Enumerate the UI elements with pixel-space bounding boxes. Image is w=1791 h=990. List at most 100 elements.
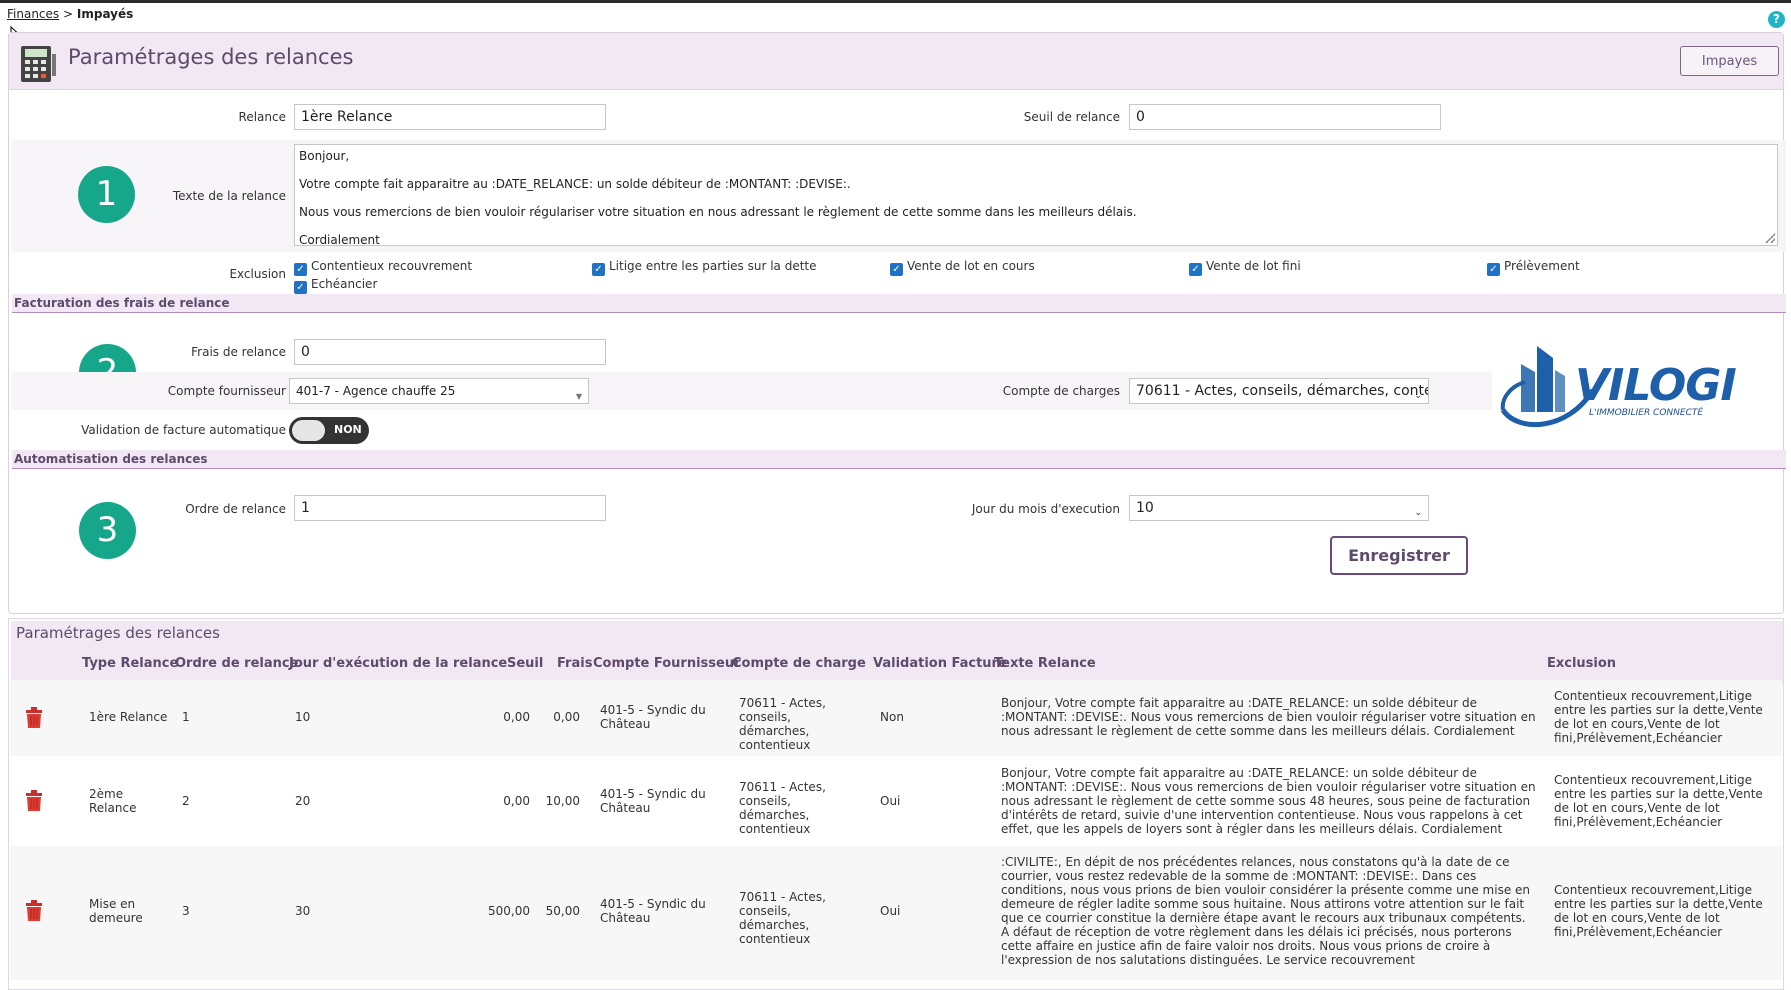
- texte-line: Bonjour,: [299, 149, 350, 163]
- delete-trash-icon[interactable]: [24, 790, 44, 812]
- table-title: Paramétrages des relances: [16, 624, 220, 642]
- checkbox-label: Litige entre les parties sur la dette: [609, 259, 817, 273]
- checkbox-checked-icon: ✓: [1189, 263, 1202, 276]
- fournisseur-select[interactable]: 401-7 - Agence chauffe 25 ▼: [289, 378, 589, 404]
- cell-frais: 0,00: [553, 710, 580, 724]
- exclusion-checkbox-prelevement[interactable]: ✓ Prélèvement: [1487, 259, 1580, 276]
- delete-trash-icon[interactable]: [24, 900, 44, 922]
- impayes-button[interactable]: Impayes: [1680, 46, 1779, 76]
- checkbox-label: Prélèvement: [1504, 259, 1580, 273]
- toggle-knob: [292, 420, 325, 441]
- checkbox-label: Echéancier: [311, 277, 378, 291]
- cell-exclusion: Contentieux recouvrement,Litige entre le…: [1554, 689, 1763, 745]
- exclusion-label: Exclusion: [229, 267, 286, 281]
- resize-grip-icon[interactable]: [1765, 233, 1775, 243]
- toggle-state: NON: [334, 423, 362, 436]
- cell-fournisseur: 401-5 - Syndic du Château: [600, 787, 706, 815]
- cell-exclusion: Contentieux recouvrement,Litige entre le…: [1554, 883, 1763, 939]
- help-icon[interactable]: ?: [1768, 11, 1785, 28]
- breadcrumb: Finances > Impayés: [7, 7, 133, 21]
- cell-type: Mise en demeure: [89, 897, 143, 925]
- jour-select[interactable]: 10 ⌄: [1129, 495, 1429, 521]
- texte-relance-textarea[interactable]: Bonjour, Votre compte fait apparaitre au…: [294, 144, 1778, 246]
- cell-exclusion: Contentieux recouvrement,Litige entre le…: [1554, 773, 1763, 829]
- col-ordre: Ordre de relance: [175, 656, 299, 671]
- cell-fournisseur: 401-5 - Syndic du Château: [600, 897, 706, 925]
- chevron-down-icon: ⌄: [1414, 508, 1422, 518]
- col-frais: Frais: [557, 656, 593, 671]
- cell-charge: 70611 - Actes, conseils, démarches, cont…: [739, 696, 826, 752]
- cell-jour: 10: [295, 710, 311, 724]
- relance-input[interactable]: 1ère Relance: [294, 104, 606, 130]
- exclusion-checkbox-echeancier[interactable]: ✓ Echéancier: [294, 277, 377, 294]
- chevron-down-icon: ⌄: [1414, 391, 1422, 401]
- col-texte: Texte Relance: [994, 656, 1096, 671]
- cell-validation: Non: [880, 710, 904, 724]
- cell-validation: Oui: [880, 904, 901, 918]
- delete-trash-icon[interactable]: [24, 707, 44, 729]
- logo-tagline: L'IMMOBILIER CONNECTÉ: [1589, 406, 1703, 418]
- breadcrumb-finances-link[interactable]: Finances: [7, 7, 59, 21]
- cell-jour: 20: [295, 794, 311, 808]
- exclusion-checkbox-vente-en-cours[interactable]: ✓ Vente de lot en cours: [890, 259, 1035, 276]
- checkbox-checked-icon: ✓: [294, 281, 307, 294]
- step-3-badge: 3: [79, 502, 136, 559]
- calculator-icon: [21, 46, 56, 82]
- top-border: [0, 0, 1791, 3]
- frais-input[interactable]: 0: [294, 339, 606, 365]
- col-jour: Jour d'exécution de la relance: [289, 656, 508, 671]
- seuil-label: Seuil de relance: [1023, 110, 1120, 124]
- table-header-bar: [11, 621, 1783, 685]
- cell-texte: Bonjour, Votre compte fait apparaitre au…: [1001, 766, 1536, 836]
- charges-value: 70611 - Actes, conseils, démarches, cont…: [1136, 383, 1429, 399]
- section-automatisation-header: Automatisation des relances: [12, 450, 1786, 469]
- cell-frais: 50,00: [545, 904, 580, 918]
- checkbox-checked-icon: ✓: [592, 263, 605, 276]
- texte-line: Cordialement: [299, 233, 380, 246]
- ordre-label: Ordre de relance: [185, 502, 286, 516]
- texte-line: Votre compte fait apparaitre au :DATE_RE…: [299, 177, 851, 191]
- cell-frais: 10,00: [545, 794, 580, 808]
- checkbox-checked-icon: ✓: [294, 263, 307, 276]
- breadcrumb-current: Impayés: [76, 7, 134, 21]
- ordre-input[interactable]: 1: [294, 495, 606, 521]
- validation-toggle[interactable]: NON: [289, 417, 369, 444]
- cell-texte: Bonjour, Votre compte fait apparaitre au…: [1001, 696, 1536, 738]
- cell-type: 2ème Relance: [89, 787, 137, 815]
- exclusion-checkbox-vente-fini[interactable]: ✓ Vente de lot fini: [1189, 259, 1301, 276]
- texte-label: Texte de la relance: [172, 189, 286, 203]
- vilogi-logo: VILOGI L'IMMOBILIER CONNECTÉ: [1500, 346, 1737, 428]
- col-fournisseur: Compte Fournisseur: [593, 656, 741, 671]
- col-charge: Compte de charge: [732, 656, 866, 671]
- charges-label: Compte de charges: [1002, 384, 1120, 398]
- save-button[interactable]: Enregistrer: [1330, 536, 1468, 575]
- jour-value: 10: [1136, 500, 1154, 516]
- section-facturation-header: Facturation des frais de relance: [12, 294, 1786, 313]
- fournisseur-value: 401-7 - Agence chauffe 25: [296, 384, 456, 398]
- charges-select[interactable]: 70611 - Actes, conseils, démarches, cont…: [1129, 378, 1429, 404]
- dropdown-arrow-icon: ▼: [575, 392, 582, 401]
- step-1-badge: 1: [78, 166, 135, 223]
- col-validation: Validation Facture: [873, 656, 1007, 671]
- cell-validation: Oui: [880, 794, 901, 808]
- col-seuil: Seuil: [507, 656, 544, 671]
- breadcrumb-separator: >: [63, 7, 74, 21]
- cell-charge: 70611 - Actes, conseils, démarches, cont…: [739, 780, 826, 836]
- seuil-input[interactable]: 0: [1129, 104, 1441, 130]
- exclusion-checkbox-litige[interactable]: ✓ Litige entre les parties sur la dette: [592, 259, 817, 276]
- validation-label: Validation de facture automatique: [81, 423, 286, 437]
- cell-ordre: 1: [182, 710, 190, 724]
- col-exclusion: Exclusion: [1547, 656, 1617, 671]
- exclusion-checkbox-contentieux[interactable]: ✓ Contentieux recouvrement: [294, 259, 472, 276]
- panel-header: Paramétrages des relances Impayes: [9, 33, 1783, 90]
- page-title: Paramétrages des relances: [68, 45, 354, 69]
- checkbox-checked-icon: ✓: [1487, 263, 1500, 276]
- checkbox-label: Vente de lot en cours: [907, 259, 1035, 273]
- cell-fournisseur: 401-5 - Syndic du Château: [600, 703, 706, 731]
- cell-jour: 30: [295, 904, 311, 918]
- jour-label: Jour du mois d'execution: [971, 502, 1120, 516]
- checkbox-label: Vente de lot fini: [1206, 259, 1301, 273]
- checkbox-checked-icon: ✓: [890, 263, 903, 276]
- cell-texte: :CIVILITE:, En dépit de nos précédentes …: [1001, 855, 1531, 967]
- col-type-relance: Type Relance: [82, 656, 179, 671]
